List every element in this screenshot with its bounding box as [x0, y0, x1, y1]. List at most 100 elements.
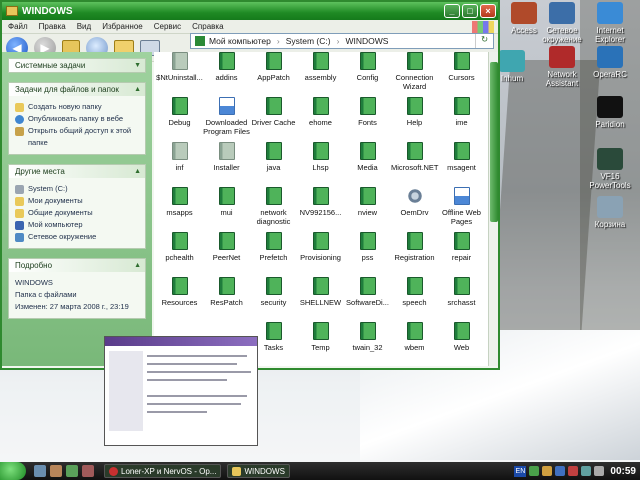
folder-item[interactable]: nview	[344, 187, 391, 232]
folder-item[interactable]: addins	[203, 52, 250, 97]
folder-item[interactable]: msapps	[156, 187, 203, 232]
folder-item[interactable]: AppPatch	[250, 52, 297, 97]
folder-item[interactable]: security	[250, 277, 297, 322]
desktop-icon-ie[interactable]: Internet Explorer	[582, 2, 638, 44]
maximize-button[interactable]: □	[462, 4, 478, 18]
desktop-icon-recycle-bin[interactable]: Корзина	[582, 196, 638, 229]
folder-item[interactable]: Temp	[297, 322, 344, 366]
folder-item[interactable]: speech	[391, 277, 438, 322]
quick-launch-icon[interactable]	[66, 465, 78, 477]
folder-item[interactable]: ehome	[297, 97, 344, 142]
folder-item[interactable]: Web	[438, 322, 485, 366]
folder-item[interactable]: ime	[438, 97, 485, 142]
language-indicator[interactable]: EN	[514, 465, 527, 477]
folder-item[interactable]: PeerNet	[203, 232, 250, 277]
refresh-icon[interactable]: ↻	[475, 34, 493, 48]
folder-item[interactable]: Microsoft.NET	[391, 142, 439, 187]
folder-item[interactable]: Media	[344, 142, 391, 187]
panel-header[interactable]: Задачи для файлов и папок ▲	[9, 83, 145, 96]
folder-item[interactable]: wbem	[391, 322, 438, 366]
place-system-drive[interactable]: System (C:)	[15, 183, 139, 195]
folder-item[interactable]: assembly	[297, 52, 344, 97]
folder-item[interactable]: SHELLNEW	[297, 277, 344, 322]
desktop-icon-powertools[interactable]: VF16 PowerTools	[582, 148, 638, 190]
task-share-folder[interactable]: Открыть общий доступ к этой папке	[15, 125, 139, 149]
panel-header[interactable]: Подробно ▲	[9, 259, 145, 272]
address-segment[interactable]: WINDOWS	[345, 36, 388, 46]
folder-item[interactable]: network diagnostic	[250, 187, 297, 232]
folder-item[interactable]: pss	[344, 232, 391, 277]
panel-header[interactable]: Другие места ▲	[9, 165, 145, 178]
menu-help[interactable]: Справка	[192, 22, 223, 31]
start-button[interactable]	[0, 462, 26, 480]
menu-favorites[interactable]: Избранное	[102, 22, 143, 31]
folder-item[interactable]: inf	[156, 142, 203, 187]
folder-item[interactable]: twain_32	[344, 322, 391, 366]
folder-item[interactable]: pchealth	[156, 232, 203, 277]
panel-header[interactable]: Системные задачи ▼	[9, 59, 145, 72]
address-bar[interactable]: Мой компьютер › System (C:) › WINDOWS ↻	[190, 33, 494, 49]
folder-item[interactable]: Config	[344, 52, 391, 97]
desktop-icon-operarc[interactable]: OperaRC	[582, 46, 638, 79]
place-shared-documents[interactable]: Общие документы	[15, 207, 139, 219]
task-new-folder[interactable]: Создать новую папку	[15, 101, 139, 113]
folder-item[interactable]: Help	[391, 97, 438, 142]
chevron-up-icon[interactable]: ▲	[134, 168, 141, 175]
tray-icon[interactable]	[555, 466, 566, 476]
quick-launch-icon[interactable]	[50, 465, 62, 477]
folder-item[interactable]: Fonts	[344, 97, 391, 142]
address-segment[interactable]: Мой компьютер	[209, 36, 271, 46]
tray-icon[interactable]	[568, 466, 579, 476]
tray-icon[interactable]	[542, 466, 553, 476]
folder-item[interactable]: Connection Wizard	[391, 52, 438, 97]
chevron-down-icon[interactable]: ▼	[134, 62, 141, 69]
folder-item[interactable]: Downloaded Program Files	[203, 97, 250, 142]
menu-tools[interactable]: Сервис	[154, 22, 181, 31]
chevron-up-icon[interactable]: ▲	[134, 86, 141, 93]
task-publish-web[interactable]: Опубликовать папку в вебе	[15, 113, 139, 125]
browser-window-preview[interactable]	[104, 336, 258, 446]
tray-icon[interactable]	[581, 466, 592, 476]
menu-file[interactable]: Файл	[8, 22, 28, 31]
folder-item[interactable]: Prefetch	[250, 232, 297, 277]
folder-item[interactable]: Debug	[156, 97, 203, 142]
folder-item[interactable]: srchasst	[438, 277, 485, 322]
folder-item[interactable]: Driver Cache	[250, 97, 297, 142]
place-my-documents[interactable]: Мои документы	[15, 195, 139, 207]
menu-view[interactable]: Вид	[77, 22, 91, 31]
folder-item[interactable]: Cursors	[438, 52, 485, 97]
address-segment[interactable]: System (C:)	[286, 36, 331, 46]
folder-item[interactable]: java	[250, 142, 297, 187]
folder-item[interactable]: OemDrv	[391, 187, 438, 232]
folder-item[interactable]: mui	[203, 187, 250, 232]
folder-item[interactable]: Resources	[156, 277, 203, 322]
volume-icon[interactable]	[594, 466, 605, 476]
minimize-button[interactable]: _	[444, 4, 460, 18]
taskbar-task-windows-folder[interactable]: WINDOWS	[227, 464, 290, 478]
folder-item[interactable]: $NtUninstall...	[156, 52, 203, 97]
folder-item[interactable]: msagent	[438, 142, 485, 187]
folder-item[interactable]: Lhsp	[297, 142, 344, 187]
folder-item[interactable]: repair	[438, 232, 485, 277]
desktop-icon-paridion[interactable]: Paridion	[582, 96, 638, 129]
place-network[interactable]: Сетевое окружение	[15, 231, 139, 243]
vertical-scrollbar[interactable]	[488, 52, 498, 366]
folder-item[interactable]: SoftwareDi...	[344, 277, 391, 322]
clock[interactable]: 00:59	[610, 466, 636, 477]
tray-icon[interactable]	[529, 466, 540, 476]
folder-item[interactable]: Installer	[203, 142, 250, 187]
quick-launch-icon[interactable]	[34, 465, 46, 477]
place-my-computer[interactable]: Мой компьютер	[15, 219, 139, 231]
scrollbar-thumb[interactable]	[490, 62, 498, 222]
folder-item[interactable]: NV992156...	[297, 187, 344, 232]
folder-item[interactable]: Provisioning	[297, 232, 344, 277]
taskbar-task-opera[interactable]: Loner-XP и NervOS - Op...	[104, 464, 222, 478]
close-button[interactable]: ×	[480, 4, 496, 18]
chevron-up-icon[interactable]: ▲	[134, 262, 141, 269]
menu-edit[interactable]: Правка	[39, 22, 66, 31]
folder-item[interactable]: Registration	[391, 232, 438, 277]
folder-item[interactable]: ResPatch	[203, 277, 250, 322]
folder-item[interactable]: Offline Web Pages	[438, 187, 485, 232]
title-bar[interactable]: WINDOWS _ □ ×	[2, 2, 498, 20]
quick-launch-icon[interactable]	[82, 465, 94, 477]
